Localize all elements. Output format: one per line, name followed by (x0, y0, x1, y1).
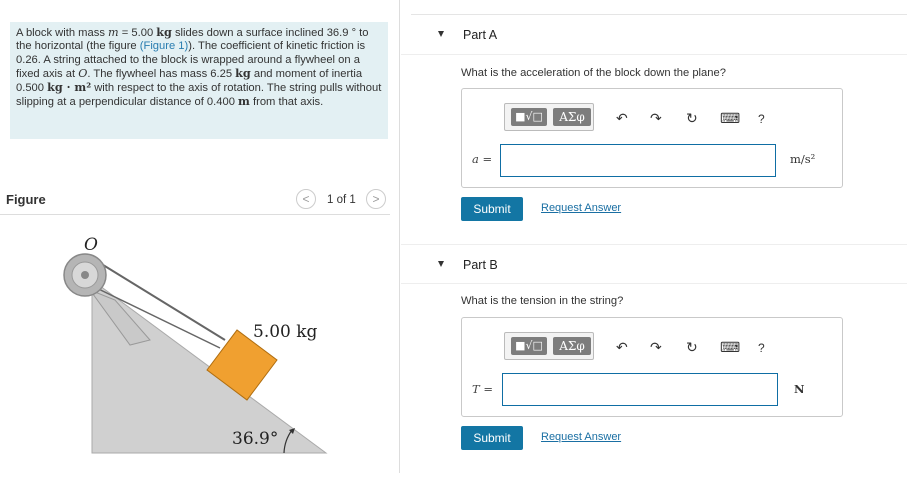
flywheel-axle (81, 271, 89, 279)
keyboard-icon[interactable]: ⌨ (720, 339, 740, 356)
label-o: O (84, 235, 98, 255)
undo-icon[interactable]: ↶ (616, 110, 628, 127)
mass-symbol: m (108, 26, 119, 39)
unit-inertia: kg · m² (47, 80, 92, 95)
figure-pager: 1 of 1 (327, 194, 356, 206)
part-a-answer-box: ■√□ ΑΣφ ↶ ↷ ↻ ⌨ ? a = m/s² (461, 88, 843, 188)
redo-icon[interactable]: ↷ (650, 339, 662, 356)
incline-diagram: O 5.00 kg 36.9° (63, 235, 328, 454)
templates-button[interactable]: ■√□ (511, 337, 547, 355)
math-toolbar: ■√□ ΑΣφ (504, 332, 594, 360)
keyboard-icon[interactable]: ⌨ (720, 110, 740, 127)
help-icon[interactable]: ? (758, 341, 765, 355)
redo-icon[interactable]: ↷ (650, 110, 662, 127)
figure-link[interactable]: (Figure 1) (140, 40, 189, 52)
problem-text: = 5.00 (118, 27, 157, 39)
part-a-submit-button[interactable]: Submit (461, 197, 523, 221)
part-b-unit: N (794, 382, 805, 396)
label-mass: 5.00 kg (253, 322, 318, 342)
part-a-question: What is the acceleration of the block do… (461, 67, 726, 79)
collapse-arrow-icon[interactable] (438, 31, 444, 37)
part-b-label: Part B (463, 258, 498, 272)
part-b-variable: T = (472, 382, 493, 396)
part-b-submit-button[interactable]: Submit (461, 426, 523, 450)
part-a-variable: a = (472, 152, 493, 166)
unit-m: m (238, 94, 250, 109)
figure-header: Figure < 1 of 1 > (0, 185, 390, 215)
unit-kg: kg (156, 25, 172, 39)
part-b-question: What is the tension in the string? (461, 295, 624, 307)
part-b-answer-input[interactable] (502, 373, 778, 406)
part-a-header[interactable]: Part A (401, 15, 907, 55)
templates-button[interactable]: ■√□ (511, 108, 547, 126)
greek-symbols-button[interactable]: ΑΣφ (553, 108, 591, 126)
label-angle: 36.9° (232, 429, 278, 449)
figure-image: O 5.00 kg 36.9° (0, 220, 400, 473)
right-panel: Part A What is the acceleration of the b… (401, 0, 907, 473)
problem-text: from that axis. (249, 96, 324, 109)
part-b-request-answer-link[interactable]: Request Answer (541, 431, 621, 443)
part-b-header[interactable]: Part B (401, 244, 907, 284)
next-figure-button[interactable]: > (366, 189, 386, 209)
math-toolbar: ■√□ ΑΣφ (504, 103, 594, 131)
unit-kg: kg (235, 65, 251, 80)
axis-symbol: O (78, 66, 88, 80)
part-a-unit: m/s² (790, 152, 816, 166)
part-a-label: Part A (463, 28, 498, 42)
undo-icon[interactable]: ↶ (616, 339, 628, 356)
problem-statement: A block with mass m = 5.00 kg slides dow… (10, 22, 388, 139)
part-a-answer-input[interactable] (500, 144, 776, 177)
greek-symbols-button[interactable]: ΑΣφ (553, 337, 591, 355)
help-icon[interactable]: ? (758, 112, 765, 126)
problem-text: . The flywheel has mass 6.25 (87, 67, 236, 80)
reset-icon[interactable]: ↻ (686, 110, 698, 127)
part-b-answer-box: ■√□ ΑΣφ ↶ ↷ ↻ ⌨ ? T = N (461, 317, 843, 417)
problem-text: A block with mass (16, 27, 109, 39)
figure-title: Figure (6, 192, 46, 207)
part-a-request-answer-link[interactable]: Request Answer (541, 202, 621, 214)
prev-figure-button[interactable]: < (296, 189, 316, 209)
collapse-arrow-icon[interactable] (438, 261, 444, 267)
left-panel: A block with mass m = 5.00 kg slides dow… (0, 0, 400, 473)
reset-icon[interactable]: ↻ (686, 339, 698, 356)
